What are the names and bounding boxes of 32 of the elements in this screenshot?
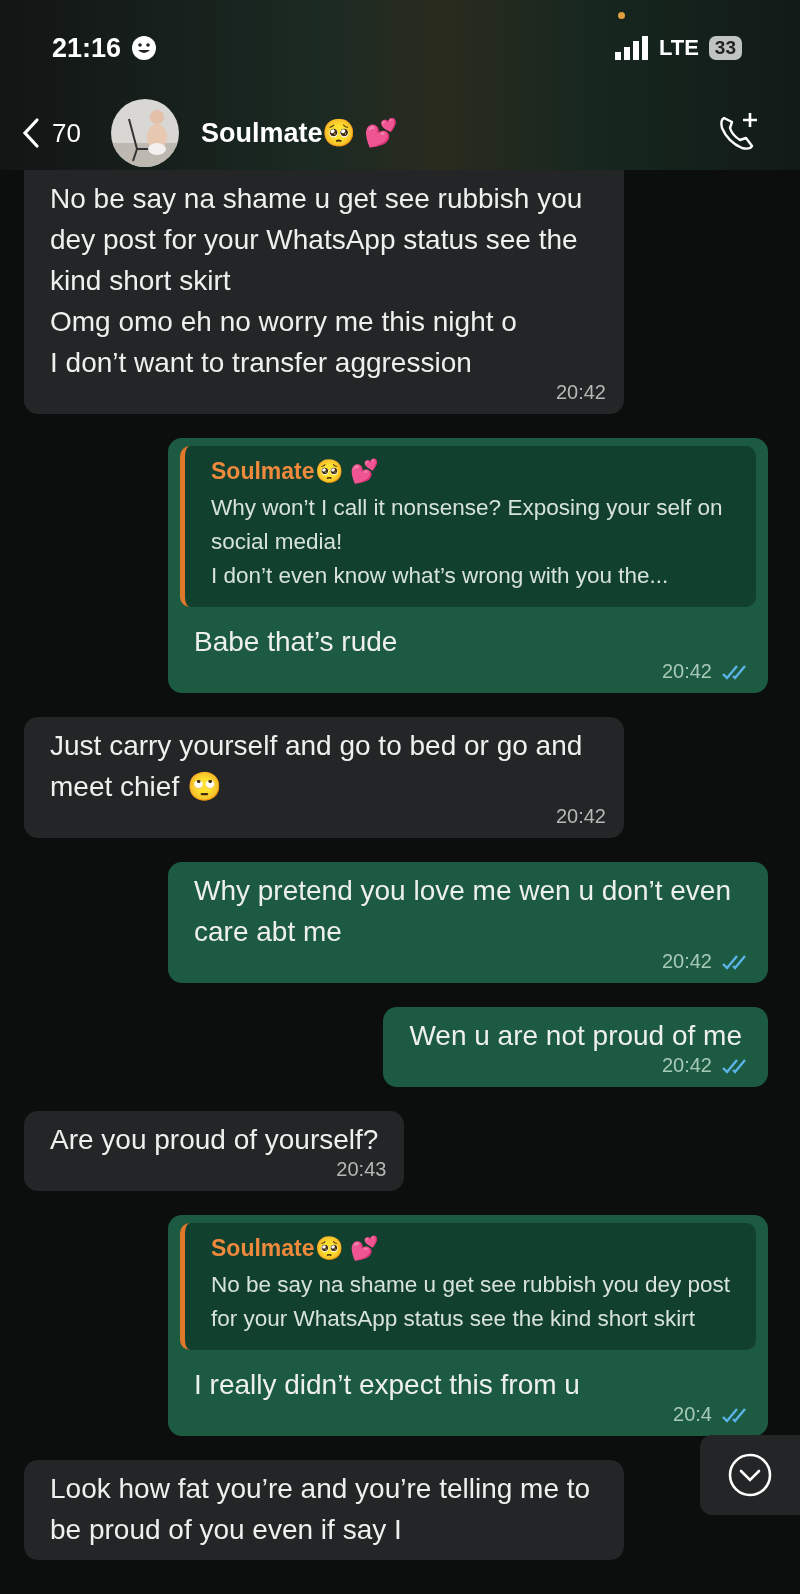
- privacy-indicator-icon: [618, 12, 625, 19]
- message-time: 20:42: [661, 1054, 712, 1077]
- message-text: Why pretend you love me wen u don’t even care abt me: [193, 874, 732, 949]
- scroll-down-button[interactable]: [700, 1435, 800, 1515]
- chevron-down-icon: [727, 1452, 773, 1498]
- quote-text: No be say na shame u get see rubbish you dey post for your WhatsApp status see the kind short skirt: [211, 1271, 732, 1333]
- message-text: Just carry yourself and go to bed or go and meet chief 🙄: [49, 729, 584, 804]
- chevron-left-icon: [22, 117, 40, 149]
- message-time: 20:4: [673, 1403, 712, 1426]
- quoted-message[interactable]: Soulmate🥺 💕 No be say na shame u get see rubbish you dey post for your WhatsApp status see the kind short skirt: [180, 1223, 756, 1350]
- signal-icon: [614, 36, 649, 60]
- back-button[interactable]: 70: [22, 117, 81, 149]
- status-time: 21:16: [52, 32, 122, 64]
- contact-name[interactable]: Soulmate🥺 💕: [200, 117, 702, 149]
- message-text: Wen u are not proud of me: [408, 1019, 743, 1053]
- message-text: Are you proud of yourself?: [49, 1123, 380, 1157]
- quote-author: Soulmate🥺 💕: [211, 1235, 380, 1262]
- battery-level: 33: [708, 36, 742, 60]
- message-text: Babe that’s rude: [193, 625, 399, 659]
- message-time: 20:42: [555, 805, 606, 828]
- smiley-icon: [131, 35, 158, 61]
- quoted-message[interactable]: Soulmate🥺 💕 Why won’t I call it nonsense? Exposing your self on social media! I don’t even know what’s wrong with you the...: [180, 446, 756, 607]
- message-text: I really didn’t expect this from u: [193, 1368, 581, 1402]
- quote-text: Why won’t I call it nonsense? Exposing your self on social media! I don’t even know what’s wrong with you the...: [211, 494, 724, 590]
- network-label: LTE: [658, 35, 699, 61]
- message-time: 20:42: [661, 950, 712, 973]
- message-time: 20:43: [336, 1158, 387, 1181]
- quote-author: Soulmate🥺 💕: [211, 458, 380, 485]
- message-time: 20:42: [661, 660, 712, 683]
- message-text: No be say na shame u get see rubbish you dey post for your WhatsApp status see the kind short skirt Omg omo eh no worry me this night o I don’t want to transfer aggression: [49, 182, 584, 380]
- message-time: 20:42: [555, 381, 606, 404]
- message-text: Look how fat you’re and you’re telling me to be proud of you even if say I: [49, 1472, 592, 1547]
